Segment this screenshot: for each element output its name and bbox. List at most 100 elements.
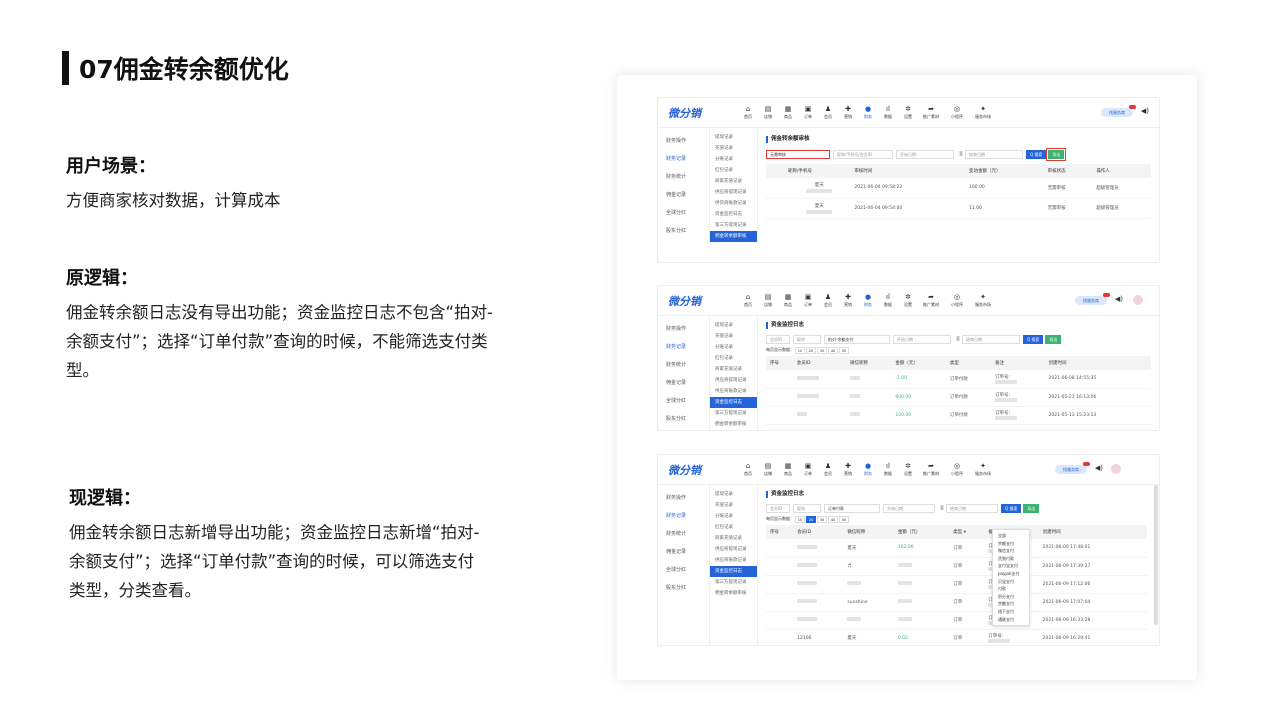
end-date-input[interactable]: 结束日期 bbox=[962, 334, 1020, 344]
nav-item-7[interactable]: ıl 数据 bbox=[878, 462, 898, 477]
find-service-button[interactable]: 找服务商 bbox=[1101, 105, 1136, 117]
nav-item-5[interactable]: ✚ 营销 bbox=[838, 293, 858, 308]
subsidebar-item[interactable]: 分账记录 bbox=[710, 154, 757, 165]
nav-item-6[interactable]: ● 财务 bbox=[858, 293, 878, 308]
nav-item-3[interactable]: ▣ 订单 bbox=[798, 462, 818, 477]
dropdown-option[interactable]: 线下支付 bbox=[993, 608, 1029, 616]
sidebar-item[interactable]: 佣金记录 bbox=[658, 374, 709, 392]
subsidebar-item[interactable]: 红包记录 bbox=[710, 353, 757, 364]
audit-status-select[interactable]: 无需审核 bbox=[766, 149, 830, 159]
dropdown-option[interactable]: 全部 bbox=[993, 532, 1029, 540]
search-button[interactable]: Q 搜索 bbox=[1001, 503, 1022, 513]
sidebar-item[interactable]: 财务操作 bbox=[658, 320, 709, 338]
subsidebar-item[interactable]: 商家充值记录 bbox=[710, 533, 757, 544]
nav-item-0[interactable]: ⌂ 首页 bbox=[738, 105, 758, 120]
nav-item-4[interactable]: ♟ 会员 bbox=[818, 462, 838, 477]
nav-item-6[interactable]: ● 财务 bbox=[858, 105, 878, 120]
nav-item-10[interactable]: ◎ 小程序 bbox=[944, 462, 970, 477]
nav-item-8[interactable]: ✲ 设置 bbox=[898, 462, 918, 477]
subsidebar-item[interactable]: 提现记录 bbox=[710, 132, 757, 143]
nav-item-2[interactable]: ▦ 商品 bbox=[778, 462, 798, 477]
nav-item-11[interactable]: ✦ 服务市场 bbox=[970, 293, 996, 308]
find-service-button[interactable]: 找服务商 bbox=[1055, 462, 1090, 474]
search-button[interactable]: Q 搜索 bbox=[1023, 334, 1044, 344]
page-size-10[interactable]: 10 bbox=[795, 515, 805, 523]
subsidebar-item[interactable]: 佣金转余额审核 bbox=[710, 419, 757, 430]
dropdown-option[interactable]: 通联支付 bbox=[993, 616, 1029, 624]
nickname-input[interactable]: 昵称 bbox=[793, 334, 821, 344]
page-size-20[interactable]: 20 bbox=[806, 515, 816, 523]
page-size-40[interactable]: 40 bbox=[828, 515, 838, 523]
start-date-input[interactable]: 开始日期 bbox=[896, 149, 954, 159]
subsidebar-item[interactable]: 分账记录 bbox=[710, 342, 757, 353]
find-service-button[interactable]: 找服务商 bbox=[1075, 293, 1110, 305]
nav-item-4[interactable]: ♟ 会员 bbox=[818, 105, 838, 120]
speaker-icon[interactable]: ◀) bbox=[1141, 107, 1149, 115]
subsidebar-item[interactable]: 佣金转余额审核 bbox=[710, 231, 757, 242]
subsidebar-item[interactable]: 佣金转余额审核 bbox=[710, 588, 757, 599]
nav-item-8[interactable]: ✲ 设置 bbox=[898, 105, 918, 120]
subsidebar-item[interactable]: 资金监控日志 bbox=[710, 397, 757, 408]
subsidebar-item[interactable]: 第三方提现记录 bbox=[710, 220, 757, 231]
export-button[interactable]: 导出 bbox=[1046, 147, 1067, 161]
nav-item-0[interactable]: ⌂ 首页 bbox=[738, 462, 758, 477]
nav-item-0[interactable]: ⌂ 首页 bbox=[738, 293, 758, 308]
nav-item-3[interactable]: ▣ 订单 bbox=[798, 293, 818, 308]
dropdown-option[interactable]: 货到付款 bbox=[993, 555, 1029, 563]
subsidebar-item[interactable]: 提现记录 bbox=[710, 320, 757, 331]
subsidebar-item[interactable]: 供应商账款记录 bbox=[710, 555, 757, 566]
type-select[interactable]: 订单付款 bbox=[824, 503, 880, 513]
page-size-30[interactable]: 30 bbox=[817, 346, 827, 354]
nav-item-6[interactable]: ● 财务 bbox=[858, 462, 878, 477]
dropdown-option[interactable]: 支付宝支付 bbox=[993, 562, 1029, 570]
nav-item-10[interactable]: ◎ 小程序 bbox=[944, 293, 970, 308]
subsidebar-item[interactable]: 充值记录 bbox=[710, 143, 757, 154]
nav-item-2[interactable]: ▦ 商品 bbox=[778, 105, 798, 120]
subsidebar-item[interactable]: 商家充值记录 bbox=[710, 364, 757, 375]
page-size-40[interactable]: 40 bbox=[828, 346, 838, 354]
subsidebar-item[interactable]: 供应商提现记录 bbox=[710, 187, 757, 198]
sidebar-item[interactable]: 全球分红 bbox=[658, 392, 709, 410]
dropdown-option[interactable]: 余额支付 bbox=[993, 600, 1029, 608]
nav-item-5[interactable]: ✚ 营销 bbox=[838, 105, 858, 120]
speaker-icon[interactable]: ◀) bbox=[1095, 464, 1103, 472]
th-type-filter[interactable]: 类型 ▾ bbox=[949, 525, 985, 539]
sidebar-item[interactable]: 财务统计 bbox=[658, 525, 709, 543]
subsidebar-item[interactable]: 商家充值记录 bbox=[710, 176, 757, 187]
nav-item-11[interactable]: ✦ 服务市场 bbox=[970, 105, 996, 120]
type-select[interactable]: 拍对-余额支付 bbox=[824, 334, 890, 344]
nav-item-1[interactable]: ▤ 店铺 bbox=[758, 105, 778, 120]
nav-item-3[interactable]: ▣ 订单 bbox=[798, 105, 818, 120]
member-id-input[interactable]: 会员ID bbox=[766, 334, 790, 344]
sidebar-item[interactable]: 佣金记录 bbox=[658, 543, 709, 561]
member-id-input[interactable]: 会员ID bbox=[766, 503, 790, 513]
subsidebar-item[interactable]: 第三方提现记录 bbox=[710, 408, 757, 419]
subsidebar-item[interactable]: 提现记录 bbox=[710, 489, 757, 500]
sidebar-item[interactable]: 股东分红 bbox=[658, 222, 709, 240]
export-button[interactable]: 导出 bbox=[1023, 503, 1040, 513]
sidebar-item[interactable]: 全球分红 bbox=[658, 561, 709, 579]
dropdown-option[interactable]: 微信支付 bbox=[993, 547, 1029, 555]
dropdown-option[interactable]: paypal支付 bbox=[993, 570, 1029, 578]
sidebar-item[interactable]: 财务统计 bbox=[658, 168, 709, 186]
keyword-input[interactable]: 昵称/手机号/会员ID bbox=[833, 149, 893, 159]
nav-item-9[interactable]: ➦ 推广素材 bbox=[918, 462, 944, 477]
dropdown-option[interactable]: 付款 bbox=[993, 585, 1029, 593]
nickname-input[interactable]: 昵称 bbox=[793, 503, 821, 513]
subsidebar-item[interactable]: 供应商提现记录 bbox=[710, 544, 757, 555]
nav-item-5[interactable]: ✚ 营销 bbox=[838, 462, 858, 477]
page-size-50[interactable]: 50 bbox=[839, 346, 849, 354]
subsidebar-item[interactable]: 供应商账款记录 bbox=[710, 386, 757, 397]
nav-item-10[interactable]: ◎ 小程序 bbox=[944, 105, 970, 120]
sidebar-item[interactable]: 财务操作 bbox=[658, 132, 709, 150]
start-date-input[interactable]: 开始日期 bbox=[883, 503, 935, 513]
page-size-20[interactable]: 20 bbox=[806, 346, 816, 354]
sidebar-item[interactable]: 财务记录 bbox=[658, 507, 709, 525]
page-size-10[interactable]: 10 bbox=[795, 346, 805, 354]
subsidebar-item[interactable]: 充值记录 bbox=[710, 500, 757, 511]
sidebar-item[interactable]: 全球分红 bbox=[658, 204, 709, 222]
nav-item-8[interactable]: ✲ 设置 bbox=[898, 293, 918, 308]
subsidebar-item[interactable]: 红包记录 bbox=[710, 522, 757, 533]
end-date-input[interactable]: 结束日期 bbox=[946, 503, 998, 513]
subsidebar-item[interactable]: 充值记录 bbox=[710, 331, 757, 342]
